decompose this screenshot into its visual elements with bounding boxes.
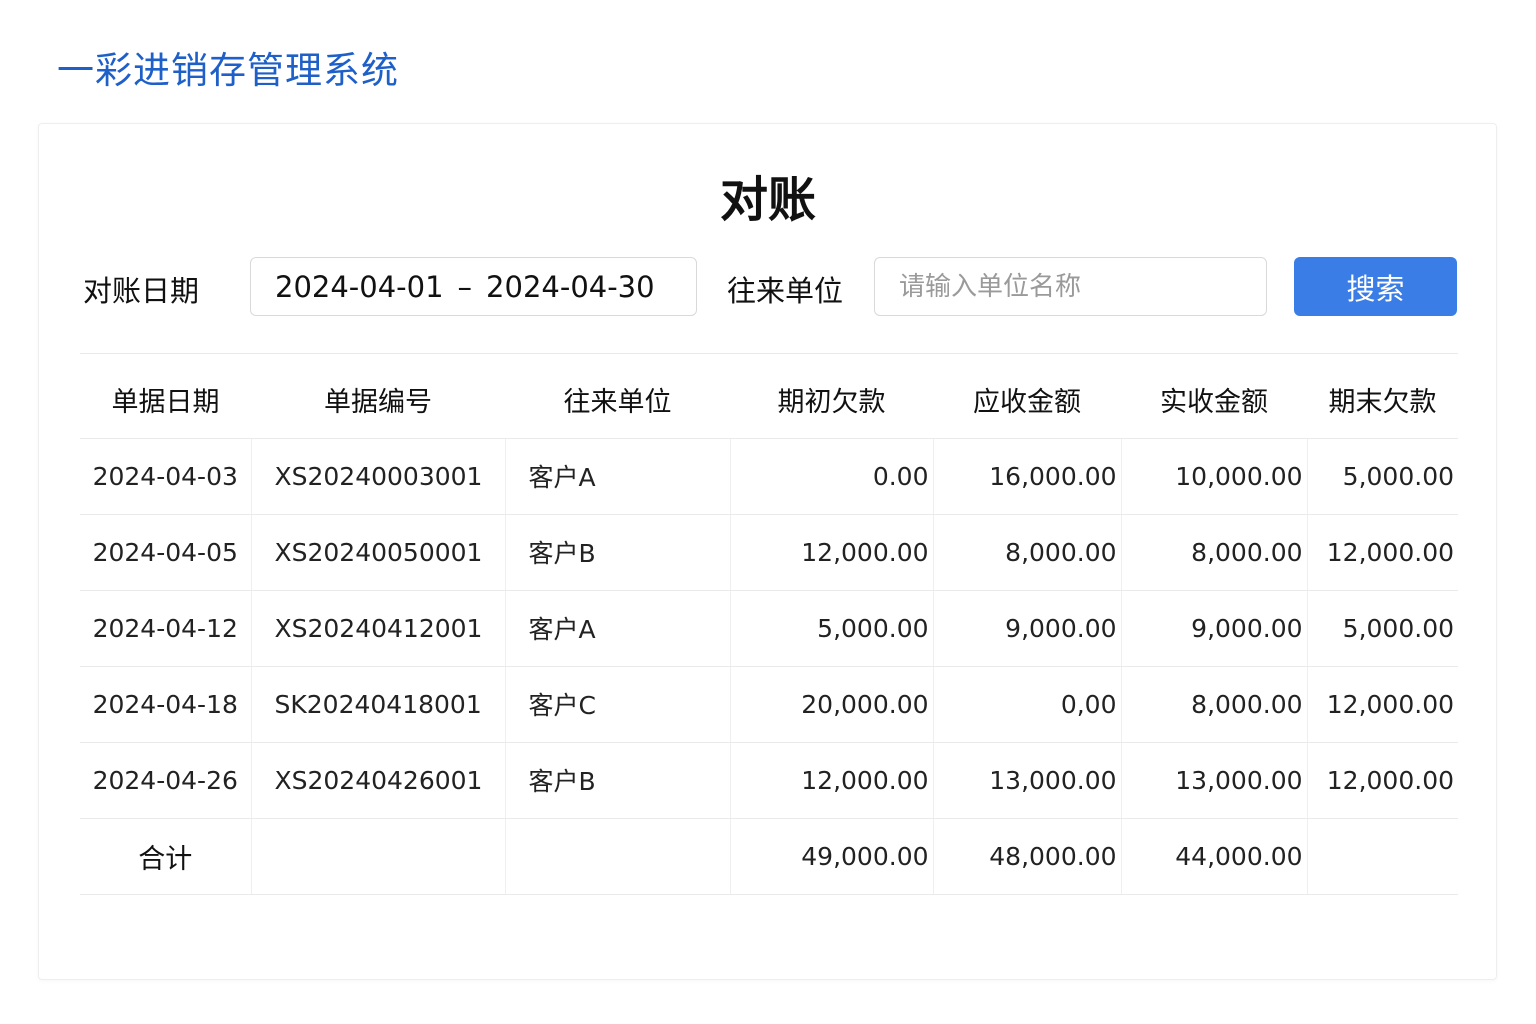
table-cell: 客户A [504, 590, 730, 667]
total-cell [504, 818, 730, 895]
total-cell [250, 818, 505, 895]
table-cell: 2024-04-26 [80, 742, 251, 819]
table-cell: 0,00 [932, 666, 1121, 743]
total-row: 合计 49,000.00 48,000.00 44,000.00 [80, 818, 1458, 895]
table-cell: 12,000.00 [1306, 742, 1458, 819]
page-title: 对账 [719, 172, 816, 228]
party-filter-label: 往来单位 [727, 274, 844, 308]
table-cell: 12,000.00 [729, 514, 933, 591]
table-cell: 客户A [504, 438, 730, 515]
table-cell: 2024-04-03 [80, 438, 251, 515]
column-header: 应收金额 [933, 362, 1121, 439]
table-cell: 2024-04-05 [80, 514, 251, 591]
table-cell: 客户B [504, 742, 730, 819]
column-header: 单据编号 [251, 362, 505, 439]
search-button[interactable]: 搜索 [1294, 257, 1457, 316]
table-cell: 13,000.00 [1120, 742, 1307, 819]
table-cell: 12,000.00 [729, 742, 933, 819]
table-row[interactable]: 2024-04-05 XS20240050001 客户B 12,000.00 8,000… [80, 514, 1458, 591]
table-row[interactable]: 2024-04-18 SK20240418001 客户C 20,000.00 0,00 8… [80, 666, 1458, 743]
table-cell: 13,000.00 [932, 742, 1121, 819]
table-cell: 5,000.00 [1306, 438, 1458, 515]
table-cell: 5,000.00 [729, 590, 933, 667]
table-cell: 0.00 [729, 438, 933, 515]
table-cell: 9,000.00 [932, 590, 1121, 667]
date-end: 2024-04-30 [486, 269, 655, 304]
table-row[interactable]: 2024-04-03 XS20240003001 客户A 0.00 16,000.00 1… [80, 438, 1458, 515]
reconciliation-table: 单据日期 单据编号 往来单位 期初欠款 应收金额 实收金额 期末欠款 2024-04-03 X… [80, 362, 1458, 895]
column-header: 实收金额 [1121, 362, 1307, 439]
table-cell: 客户C [504, 666, 730, 743]
total-cell [1306, 818, 1458, 895]
table-cell: 8,000.00 [1120, 666, 1307, 743]
app-title: 一彩进销存管理系统 [57, 49, 399, 92]
table-cell: SK20240418001 [250, 666, 505, 743]
column-header: 单据日期 [80, 362, 251, 439]
total-label: 合计 [80, 818, 251, 895]
table-cell: 8,000.00 [932, 514, 1121, 591]
date-range-picker[interactable]: 2024-04-01 – 2024-04-30 [250, 257, 697, 316]
party-name-input[interactable] [874, 257, 1267, 316]
table-cell: 客户B [504, 514, 730, 591]
date-start: 2024-04-01 [275, 269, 444, 304]
divider [80, 353, 1458, 354]
column-header: 期初欠款 [730, 362, 933, 439]
table-cell: XS20240050001 [250, 514, 505, 591]
table-cell: 2024-04-12 [80, 590, 251, 667]
table-cell: 2024-04-18 [80, 666, 251, 743]
table-header-row: 单据日期 单据编号 往来单位 期初欠款 应收金额 实收金额 期末欠款 [80, 362, 1458, 439]
total-cell: 44,000.00 [1120, 818, 1307, 895]
total-cell: 49,000.00 [729, 818, 933, 895]
table-cell: 12,000.00 [1306, 666, 1458, 743]
table-cell: 9,000.00 [1120, 590, 1307, 667]
date-filter-label: 对账日期 [83, 274, 200, 308]
table-cell: 16,000.00 [932, 438, 1121, 515]
table-cell: 8,000.00 [1120, 514, 1307, 591]
table-cell: XS20240412001 [250, 590, 505, 667]
table-cell: 10,000.00 [1120, 438, 1307, 515]
table-cell: 5,000.00 [1306, 590, 1458, 667]
table-row[interactable]: 2024-04-26 XS20240426001 客户B 12,000.00 13,00… [80, 742, 1458, 819]
table-row[interactable]: 2024-04-12 XS20240412001 客户A 5,000.00 9,000.… [80, 590, 1458, 667]
column-header: 期末欠款 [1307, 362, 1458, 439]
table-cell: XS20240003001 [250, 438, 505, 515]
table-cell: 20,000.00 [729, 666, 933, 743]
column-header: 往来单位 [505, 362, 730, 439]
total-cell: 48,000.00 [932, 818, 1121, 895]
table-cell: 12,000.00 [1306, 514, 1458, 591]
table-cell: XS20240426001 [250, 742, 505, 819]
date-separator: – [457, 269, 473, 304]
